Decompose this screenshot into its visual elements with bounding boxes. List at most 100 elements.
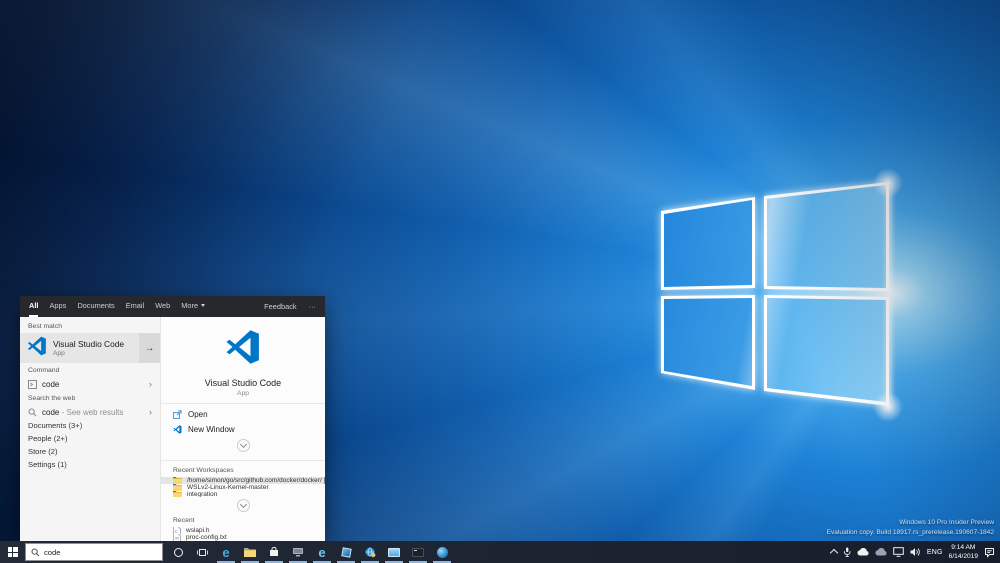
- file-explorer-button[interactable]: [238, 541, 262, 563]
- category-settings[interactable]: Settings (1): [20, 458, 160, 471]
- divider: [161, 460, 325, 461]
- action-center-icon[interactable]: [984, 547, 995, 558]
- watermark-line2: Evaluation copy. Build 18917.rs_prerelea…: [827, 528, 994, 538]
- hyper-v-button[interactable]: [334, 541, 358, 563]
- file-icon: [173, 534, 181, 541]
- remote-desktop-button[interactable]: [286, 541, 310, 563]
- tab-more[interactable]: More: [181, 296, 205, 317]
- skype-button[interactable]: [430, 541, 454, 563]
- category-store[interactable]: Store (2): [20, 445, 160, 458]
- category-people[interactable]: People (2+): [20, 432, 160, 445]
- search-flyout: All Apps Documents Email Web More Feedba…: [20, 296, 325, 541]
- vm-window-button[interactable]: [382, 541, 406, 563]
- new-window-action[interactable]: New Window: [161, 422, 325, 437]
- workspace-item-integration[interactable]: integration: [161, 491, 325, 498]
- chevron-right-icon[interactable]: ›: [149, 379, 152, 389]
- store-button[interactable]: [262, 541, 286, 563]
- internet-explorer-icon: e: [318, 546, 325, 559]
- taskbar-clock[interactable]: 9:14 AM 6/14/2019: [949, 543, 978, 561]
- tab-documents[interactable]: Documents: [77, 296, 114, 317]
- workspace-path: integration: [187, 491, 217, 498]
- edge-icon: e: [222, 546, 229, 559]
- volume-icon[interactable]: [910, 547, 921, 557]
- chevron-right-icon[interactable]: ›: [149, 407, 152, 417]
- expand-preview-button[interactable]: →: [139, 333, 160, 363]
- edge-button[interactable]: e: [214, 541, 238, 563]
- cortana-icon: [174, 548, 183, 557]
- search-tabs: All Apps Documents Email Web More: [29, 296, 205, 317]
- results-column: Best match Visual Studio Code App → Comm…: [20, 317, 160, 541]
- best-match-label: Best match: [20, 319, 160, 333]
- skype-icon: [437, 547, 448, 558]
- command-section-label: Command: [20, 363, 160, 377]
- feedback-link[interactable]: Feedback: [264, 302, 296, 311]
- microphone-icon[interactable]: [843, 547, 851, 557]
- task-view-icon: [197, 548, 208, 557]
- search-input[interactable]: code: [44, 548, 60, 557]
- console-button[interactable]: [406, 541, 430, 563]
- open-icon: [173, 410, 182, 419]
- chevron-down-icon: [201, 304, 205, 307]
- open-action[interactable]: Open: [161, 407, 325, 422]
- globe-gear-icon: [365, 547, 376, 558]
- collapse-chevron-button[interactable]: [237, 439, 250, 452]
- best-match-subtitle: App: [53, 350, 124, 357]
- workspace-item-docker[interactable]: /home/simon/go/src/github.com/docker/doc…: [161, 477, 325, 484]
- overflow-menu-button[interactable]: ···: [309, 302, 316, 311]
- category-documents[interactable]: Documents (3+): [20, 419, 160, 432]
- language-indicator[interactable]: ENG: [927, 549, 943, 556]
- internet-explorer-button[interactable]: e: [310, 541, 334, 563]
- preview-pane: Visual Studio Code App Open New Window R…: [160, 317, 325, 541]
- remote-desktop-icon: [292, 547, 304, 557]
- workspace-item-wsl-kernel[interactable]: WSLv2-Linux-Kernel-master: [161, 484, 325, 491]
- task-view-button[interactable]: [190, 541, 214, 563]
- insider-watermark: Windows 10 Pro Insider Preview Evaluatio…: [827, 518, 994, 538]
- command-result-label: code: [42, 380, 59, 389]
- console-icon: [412, 548, 424, 557]
- search-icon: [28, 408, 37, 417]
- expand-chevron-button[interactable]: [237, 499, 250, 512]
- vscode-icon: [27, 336, 47, 361]
- recent-file-proc-config[interactable]: proc-config.txt: [161, 534, 325, 541]
- open-label: Open: [188, 410, 208, 419]
- cortana-button[interactable]: [166, 541, 190, 563]
- start-button[interactable]: [0, 541, 25, 563]
- network-settings-button[interactable]: [358, 541, 382, 563]
- recent-label: Recent: [161, 514, 325, 527]
- tab-apps[interactable]: Apps: [49, 296, 66, 317]
- best-match-item[interactable]: Visual Studio Code App →: [20, 333, 160, 363]
- system-tray: ENG 9:14 AM 6/14/2019: [831, 543, 1000, 561]
- search-icon: [31, 548, 40, 557]
- tab-web[interactable]: Web: [155, 296, 170, 317]
- recent-file-wslapi[interactable]: c wslapi.h: [161, 527, 325, 534]
- chevron-down-icon: [239, 501, 246, 508]
- web-section-label: Search the web: [20, 391, 160, 405]
- folder-icon: [173, 491, 182, 498]
- file-icon: c: [173, 527, 181, 534]
- taskbar-search-box[interactable]: code: [25, 543, 163, 561]
- display-icon[interactable]: [893, 547, 904, 557]
- app-title: Visual Studio Code: [161, 378, 325, 388]
- tray-time: 9:14 AM: [949, 543, 978, 552]
- tab-email[interactable]: Email: [126, 296, 144, 317]
- onedrive-business-icon[interactable]: [875, 548, 887, 556]
- taskbar: code e e: [0, 541, 1000, 563]
- folder-icon: [173, 477, 182, 484]
- app-subtitle: App: [161, 390, 325, 397]
- vscode-logo: [225, 329, 261, 370]
- vm-window-icon: [388, 548, 400, 557]
- recent-file-name: proc-config.txt: [186, 534, 227, 541]
- search-results: Best match Visual Studio Code App → Comm…: [20, 317, 325, 541]
- tray-chevron-up-icon[interactable]: [830, 549, 838, 557]
- tab-all[interactable]: All: [29, 296, 38, 317]
- taskbar-icons: e e: [166, 541, 454, 563]
- onedrive-icon[interactable]: [857, 548, 869, 556]
- watermark-line1: Windows 10 Pro Insider Preview: [827, 518, 994, 528]
- desktop: Windows 10 Pro Insider Preview Evaluatio…: [0, 0, 1000, 563]
- workspace-path: /home/simon/go/src/github.com/docker/doc…: [187, 477, 325, 484]
- web-search-item[interactable]: code - See web results ›: [20, 405, 160, 419]
- new-window-label: New Window: [188, 425, 235, 434]
- command-icon: [28, 380, 37, 389]
- hyper-v-icon: [341, 547, 351, 557]
- command-result-item[interactable]: code ›: [20, 377, 160, 391]
